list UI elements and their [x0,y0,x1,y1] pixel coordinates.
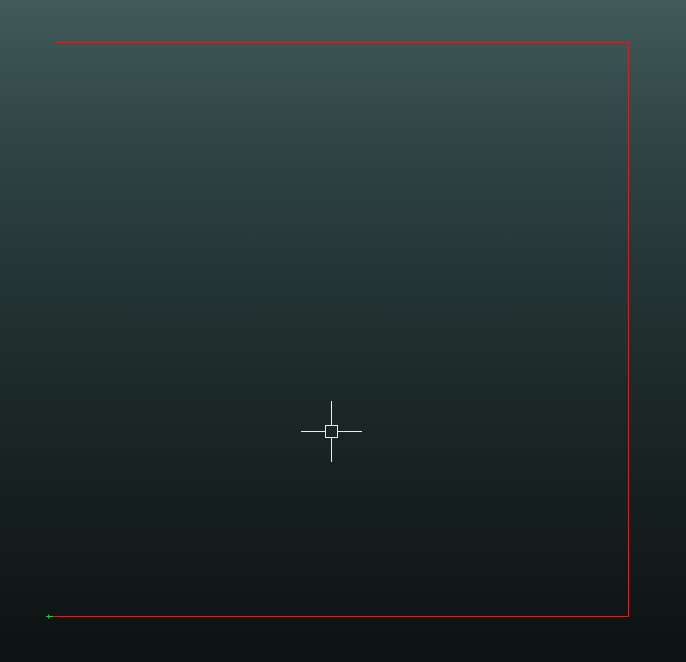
crosshair-cursor [301,401,362,462]
drawing-canvas[interactable] [0,0,686,662]
drawing-viewport[interactable] [0,0,686,662]
ucs-origin-marker [46,614,53,619]
pickbox [325,425,338,438]
